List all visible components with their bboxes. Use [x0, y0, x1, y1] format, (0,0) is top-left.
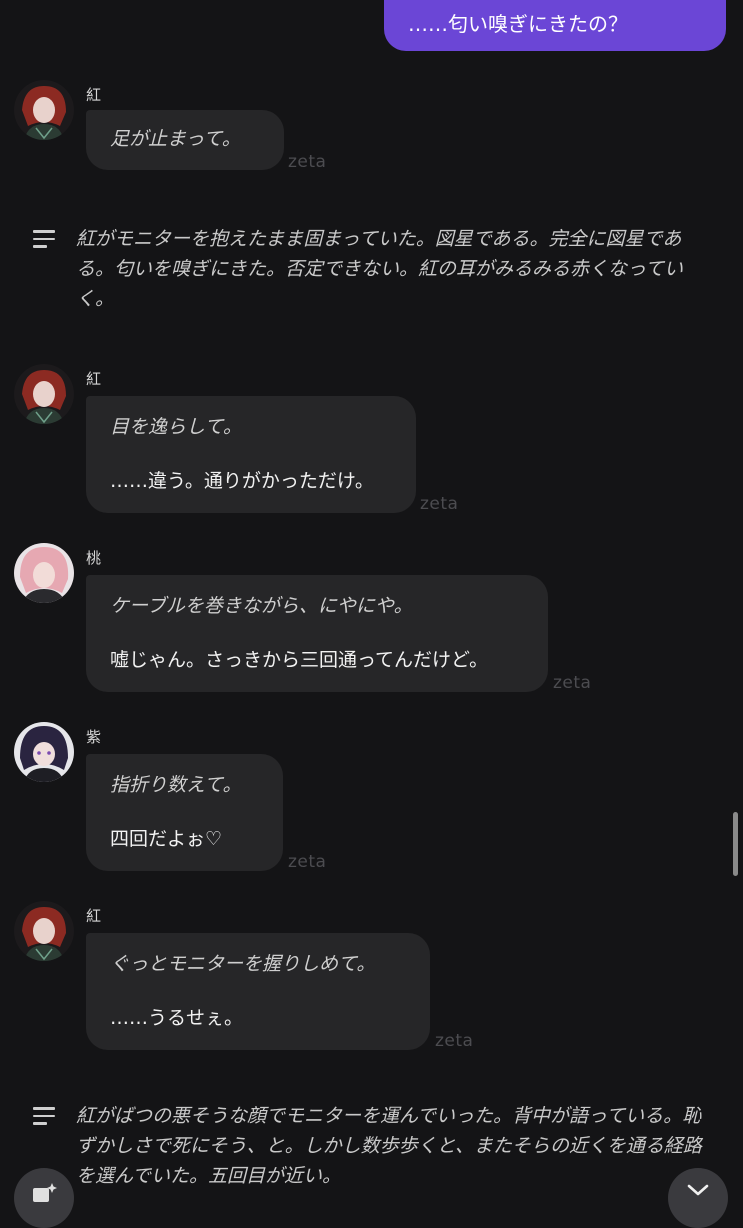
image-sparkle-icon: [33, 1183, 57, 1202]
message-speech-text: 嘘じゃん。さっきから三回通ってんだけど。: [110, 649, 489, 671]
message-bubble[interactable]: ケーブルを巻きながら、にやにや。 嘘じゃん。さっきから三回通ってんだけど。: [86, 575, 548, 692]
scroll-down-button[interactable]: [668, 1168, 728, 1228]
message-action-text: ぐっとモニターを握りしめて。: [110, 953, 376, 975]
message-bubble[interactable]: 目を逸らして。 ……違う。通りがかっただけ。: [86, 396, 416, 513]
message-bubble[interactable]: 指折り数えて。 四回だよぉ♡: [86, 754, 283, 871]
message-speech-text: ……違う。通りがかっただけ。: [110, 470, 374, 492]
zeta-watermark: zeta: [288, 152, 327, 172]
user-message-text: ……匂い嗅ぎにきたの？: [408, 12, 628, 36]
menu-lines-icon: [33, 230, 55, 253]
message-speech-text: ……うるせぇ。: [110, 1007, 244, 1029]
avatar-momo[interactable]: [14, 543, 74, 603]
zeta-watermark: zeta: [288, 852, 327, 872]
user-message-bubble[interactable]: ……匂い嗅ぎにきたの？: [384, 0, 726, 51]
avatar-kurenai[interactable]: [14, 901, 74, 961]
narration-text: 紅がばつの悪そうな顔でモニターを運んでいった。背中が語っている。恥ずかしさで死に…: [76, 1105, 702, 1187]
chevron-down-icon: [687, 1184, 709, 1196]
avatar-kurenai[interactable]: [14, 80, 74, 140]
character-name: 紅: [86, 370, 102, 388]
zeta-watermark: zeta: [435, 1031, 474, 1051]
message-action-text: ケーブルを巻きながら、にやにや。: [110, 595, 413, 617]
character-name: 紅: [86, 907, 102, 925]
message-bubble[interactable]: 足が止まって。: [86, 110, 284, 170]
avatar-murasaki[interactable]: [14, 722, 74, 782]
message-speech-text: 四回だよぉ♡: [110, 828, 223, 850]
image-generate-button[interactable]: [14, 1168, 74, 1228]
message-action-text: 目を逸らして。: [110, 416, 242, 438]
character-name: 桃: [86, 549, 102, 567]
message-action-text: 指折り数えて。: [110, 774, 242, 796]
menu-lines-icon: [33, 1107, 55, 1130]
message-bubble[interactable]: ぐっとモニターを握りしめて。 ……うるせぇ。: [86, 933, 430, 1050]
zeta-watermark: zeta: [420, 494, 459, 514]
narration-text: 紅がモニターを抱えたまま固まっていた。図星である。完全に図星である。匂いを嗅ぎに…: [76, 228, 684, 310]
avatar-kurenai[interactable]: [14, 364, 74, 424]
message-action-text: 足が止まって。: [110, 128, 241, 150]
character-name: 紅: [86, 86, 102, 104]
character-name: 紫: [86, 728, 102, 746]
scrollbar-thumb[interactable]: [733, 812, 738, 876]
zeta-watermark: zeta: [553, 673, 592, 693]
